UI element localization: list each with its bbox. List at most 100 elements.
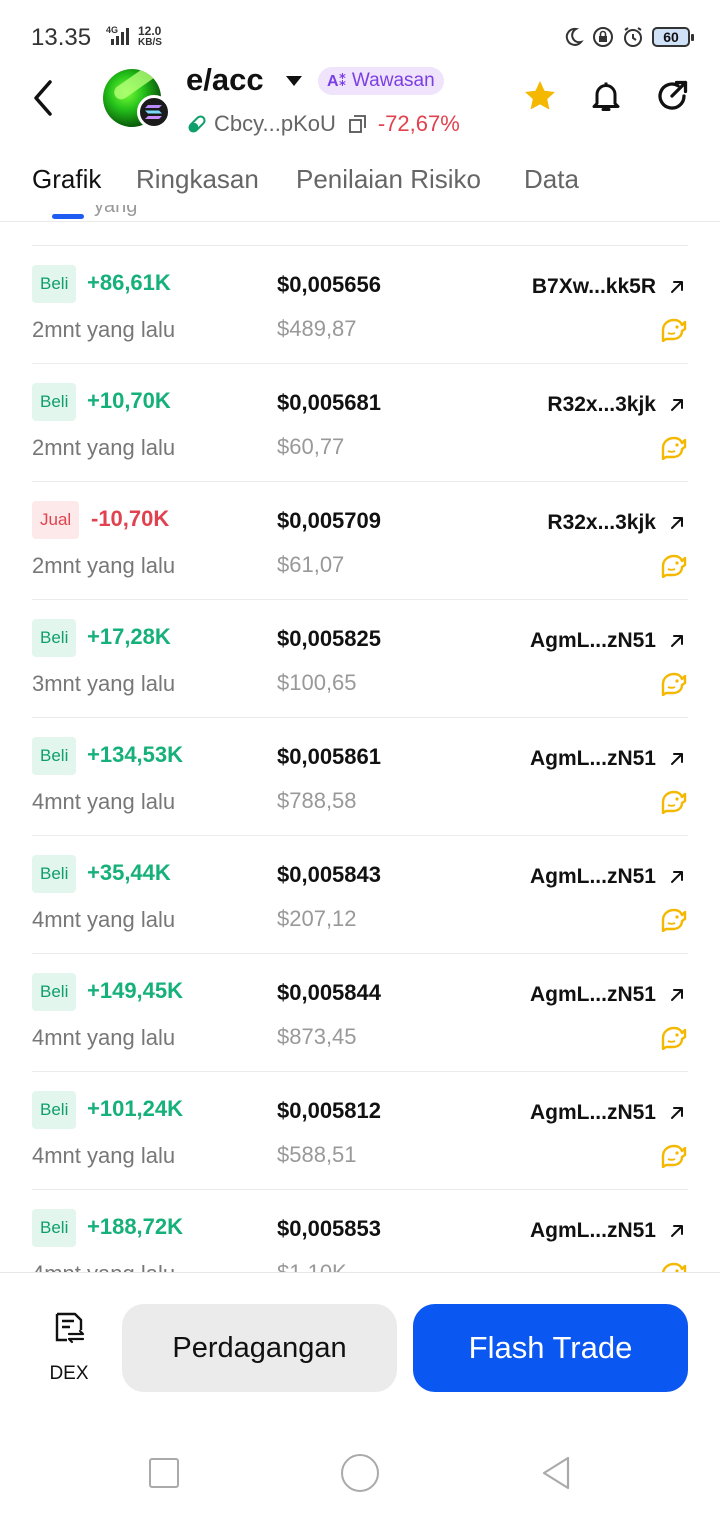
trade-maker-address[interactable]: AgmL...zN51	[530, 629, 656, 653]
trade-time: 2mnt yang lalu	[32, 553, 176, 578]
dex-icon	[55, 1312, 85, 1344]
whale-icon	[660, 1142, 688, 1169]
arrow-up-right-icon[interactable]	[668, 632, 686, 650]
trade-maker-address[interactable]: B7Xw...kk5R	[532, 275, 656, 299]
trade-time: 4mnt yang lalu	[32, 1261, 175, 1272]
arrow-up-right-icon[interactable]	[668, 1222, 686, 1240]
speed-unit: KB/S	[138, 37, 162, 48]
trade-row[interactable]: Beli +149,45K 4mnt yang lalu $0,005844 $873,…	[32, 953, 688, 1071]
trade-type-badge: Beli	[32, 265, 77, 303]
trade-row[interactable]: Beli +86,61K 2mnt yang lalu $0,005656 $489,8…	[32, 245, 688, 363]
notify-button[interactable]	[588, 78, 624, 114]
trade-row[interactable]: Beli +188,72K 4mnt yang lalu $0,005853 $1,10…	[32, 1189, 688, 1272]
tab-ringkasan[interactable]: Ringkasan	[136, 164, 259, 195]
pill-icon	[188, 115, 206, 133]
battery-level: 60	[663, 29, 679, 45]
trade-list[interactable]: Beli +86,61K 2mnt yang lalu $0,005656 $489,8…	[32, 245, 688, 1272]
trade-time: 3mnt yang lalu	[32, 671, 176, 696]
trade-time: 4mnt yang lalu	[32, 1143, 176, 1168]
trade-button-label: Perdagangan	[172, 1332, 347, 1364]
arrow-up-right-icon[interactable]	[668, 750, 686, 768]
tab-indicator	[52, 214, 84, 219]
trade-time: 4mnt yang lalu	[32, 789, 176, 814]
favorite-button[interactable]	[522, 78, 558, 114]
price-change: -72,67%	[377, 111, 460, 136]
arrow-up-right-icon[interactable]	[668, 278, 686, 296]
ai-sparkle-icon: A⁑	[327, 73, 347, 90]
svg-text:4G: 4G	[106, 25, 118, 35]
header-actions	[522, 78, 690, 114]
trade-amount: +134,53K	[87, 742, 184, 767]
system-nav-bar	[0, 1402, 720, 1520]
status-bar: 13.35 4G 12.0 KB/S 60	[0, 0, 720, 60]
lock-rotation-icon	[593, 27, 613, 47]
trade-maker-address[interactable]: AgmL...zN51	[530, 983, 656, 1007]
flash-trade-label: Flash Trade	[468, 1330, 633, 1365]
trade-type-badge: Beli	[32, 619, 77, 657]
arrow-up-right-icon[interactable]	[668, 1104, 686, 1122]
tab-penilaian-risiko[interactable]: Penilaian Risiko	[296, 164, 481, 195]
flash-trade-button[interactable]: Flash Trade	[413, 1304, 688, 1392]
trade-type-badge: Beli	[32, 737, 77, 775]
insight-badge[interactable]: A⁑ Wawasan	[318, 67, 444, 95]
trade-maker-address[interactable]: AgmL...zN51	[530, 865, 656, 889]
trade-amount: +17,28K	[87, 624, 171, 649]
recent-apps-button[interactable]	[149, 1458, 179, 1488]
arrow-up-right-icon[interactable]	[668, 868, 686, 886]
arrow-up-right-icon[interactable]	[668, 514, 686, 532]
trade-maker-address[interactable]: AgmL...zN51	[530, 1219, 656, 1243]
trade-type-badge: Beli	[32, 1091, 77, 1129]
tab-data[interactable]: Data	[524, 164, 579, 195]
trade-maker-address[interactable]: R32x...3kjk	[547, 511, 656, 535]
status-time: 13.35	[31, 24, 92, 51]
token-name[interactable]: e/acc	[186, 62, 264, 98]
trade-row[interactable]: Jual -10,70K 2mnt yang lalu $0,005709 $61,07…	[32, 481, 688, 599]
trade-row[interactable]: Beli +10,70K 2mnt yang lalu $0,005681 $60,77…	[32, 363, 688, 481]
tab-grafik[interactable]: Grafik	[32, 164, 101, 195]
trade-amount: +101,24K	[87, 1096, 184, 1121]
speed-value: 12.0	[138, 24, 162, 38]
home-button[interactable]	[341, 1454, 379, 1492]
dex-button[interactable]: DEX	[40, 1311, 98, 1384]
trade-time: 2mnt yang lalu	[32, 317, 176, 342]
trade-amount: +149,45K	[87, 978, 184, 1003]
bottom-action-bar: DEX Perdagangan Flash Trade	[0, 1272, 720, 1402]
trade-maker-address[interactable]: AgmL...zN51	[530, 1101, 656, 1125]
battery-icon: 60	[652, 27, 694, 47]
dex-label: DEX	[49, 1363, 89, 1384]
arrow-up-right-icon[interactable]	[668, 396, 686, 414]
trade-row[interactable]: Beli +134,53K 4mnt yang lalu $0,005861 $788,…	[32, 717, 688, 835]
trade-maker-address[interactable]: AgmL...zN51	[530, 747, 656, 771]
trade-button[interactable]: Perdagangan	[122, 1304, 397, 1392]
back-button[interactable]	[28, 78, 62, 118]
trade-type-badge: Beli	[32, 383, 77, 421]
nav-back-button[interactable]	[540, 1455, 572, 1491]
caret-down-icon[interactable]	[286, 76, 302, 86]
trade-price: $0,005709	[277, 508, 381, 533]
trade-amount: -10,70K	[91, 506, 170, 531]
trade-row[interactable]: Beli +101,24K 4mnt yang lalu $0,005812 $588,…	[32, 1071, 688, 1189]
address-row: Cbcy...pKoU -72,67%	[186, 109, 460, 139]
trade-usd-value: $60,77	[277, 434, 345, 459]
trade-maker-address[interactable]: R32x...3kjk	[547, 393, 656, 417]
trade-price: $0,005825	[277, 626, 381, 651]
alarm-icon	[624, 27, 642, 47]
moon-icon	[565, 27, 584, 46]
network-speed: 12.0 KB/S	[138, 25, 162, 49]
trade-type-badge: Beli	[32, 973, 77, 1011]
whale-icon	[660, 670, 688, 697]
trade-price: $0,005843	[277, 862, 381, 887]
share-button[interactable]	[654, 78, 690, 114]
arrow-up-right-icon[interactable]	[668, 986, 686, 1004]
trade-amount: +35,44K	[87, 860, 171, 885]
whale-icon	[660, 906, 688, 933]
copy-icon[interactable]	[348, 114, 368, 134]
signal-icon: 4G	[98, 24, 136, 46]
trade-row[interactable]: Beli +17,28K 3mnt yang lalu $0,005825 $100,6…	[32, 599, 688, 717]
trade-price: $0,005844	[277, 980, 381, 1005]
trade-row[interactable]: Beli +35,44K 4mnt yang lalu $0,005843 $207,1…	[32, 835, 688, 953]
trade-amount: +86,61K	[87, 270, 171, 295]
star-icon	[525, 81, 555, 110]
whale-icon	[660, 1024, 688, 1051]
trade-usd-value: $1,10K	[277, 1260, 347, 1272]
